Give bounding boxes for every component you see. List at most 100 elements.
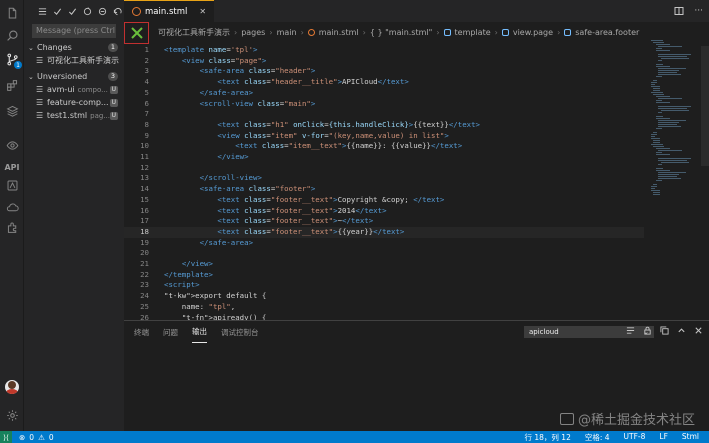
code-line[interactable]: 15 <text class="footer__text">Copyright … — [124, 195, 644, 206]
line-text: </view> — [217, 152, 249, 161]
list-item[interactable]: ☰ 可视化工具新手演示 — [24, 54, 124, 67]
refresh-icon[interactable] — [83, 6, 92, 16]
code-line[interactable]: 3 <safe-area class="header"> — [124, 66, 644, 77]
error-count[interactable]: 0 — [29, 433, 34, 442]
preview-icon[interactable] — [0, 134, 24, 156]
apicloud-icon[interactable] — [0, 174, 24, 196]
breadcrumb-item[interactable]: safe-area.footer — [575, 28, 639, 37]
line-number: 24 — [140, 291, 149, 301]
code-line[interactable]: 4 <text class="header__title">APICloud</… — [124, 77, 644, 88]
code-line[interactable]: 10 <text class="item__text">{{name}}: {{… — [124, 141, 644, 152]
chevron-right-icon: › — [494, 27, 498, 37]
code-line[interactable]: 5 </safe-area> — [124, 88, 644, 99]
close-icon[interactable] — [694, 326, 703, 335]
warning-icon[interactable]: ⚠ — [38, 433, 45, 442]
code-editor[interactable]: 1 <template name='tpl'> 2 <view class="pag… — [124, 45, 644, 320]
code-line[interactable]: 11 </view> — [124, 152, 644, 163]
code-line[interactable]: 22 </template> — [124, 270, 644, 281]
code-line[interactable]: 24 "t-kw">export default { — [124, 291, 644, 302]
minimap-line — [658, 172, 687, 173]
tab-main-stml[interactable]: main.stml ✕ — [124, 0, 215, 22]
line-text: <template name='tpl'> — [164, 45, 258, 54]
unversioned-group[interactable]: ⌄ Unversioned 3 — [24, 70, 124, 83]
code-line[interactable]: 17 <text class="footer__text">~</text> — [124, 216, 644, 227]
code-line[interactable]: 7 — [124, 109, 644, 120]
more-icon[interactable]: ··· — [694, 6, 703, 16]
plugin-icon[interactable] — [0, 216, 24, 238]
cursor-position[interactable]: 行 18，列 12 — [524, 432, 570, 443]
discard-icon[interactable] — [98, 7, 107, 16]
files-icon[interactable] — [0, 2, 24, 24]
breadcrumb-item[interactable]: pages — [241, 28, 265, 37]
changes-group[interactable]: ⌄ Changes 1 — [24, 41, 124, 54]
split-editor-icon[interactable] — [674, 6, 684, 16]
cloud-icon[interactable] — [0, 196, 24, 218]
close-icon[interactable]: ✕ — [199, 7, 206, 16]
indentation[interactable]: 空格: 4 — [585, 432, 610, 443]
list-item[interactable]: ☰ test1.stml pag... U — [24, 109, 124, 122]
warning-count[interactable]: 0 — [49, 433, 54, 442]
search-icon[interactable] — [0, 24, 24, 46]
tab-output[interactable]: 输出 — [192, 321, 207, 343]
copy-icon[interactable] — [660, 326, 669, 335]
minimap-line — [651, 40, 663, 41]
tab-terminal[interactable]: 终端 — [134, 321, 149, 343]
account-avatar[interactable] — [5, 380, 19, 394]
commit-message-input[interactable]: Message (press Ctrl+Enter to commit) — [32, 24, 116, 38]
code-line[interactable]: 14 <safe-area class="footer"> — [124, 184, 644, 195]
breadcrumb-item[interactable]: { } "main.stml" — [370, 28, 432, 37]
line-number: 13 — [140, 173, 149, 183]
line-number: 5 — [144, 87, 149, 97]
undo-icon[interactable] — [113, 7, 122, 16]
error-icon[interactable]: ⊗ — [19, 433, 25, 442]
remote-icon[interactable]: ⟩⟨ — [0, 431, 12, 443]
line-text: </safe-area> — [199, 87, 254, 97]
minimap-line — [660, 110, 689, 111]
breadcrumb-item[interactable]: template — [455, 28, 491, 37]
tab-debug-console[interactable]: 调试控制台 — [221, 321, 259, 343]
breadcrumb-item[interactable]: main — [277, 28, 297, 37]
clear-output-icon[interactable] — [626, 326, 635, 335]
check-icon[interactable] — [53, 7, 62, 16]
line-text: "t-fn">apiready() { — [181, 312, 267, 321]
code-line[interactable]: 19 </safe-area> — [124, 238, 644, 249]
code-line[interactable]: 26 "t-fn">apiready() { — [124, 313, 644, 321]
language-mode[interactable]: Stml — [682, 432, 699, 443]
source-control-icon[interactable]: 1 — [0, 48, 24, 70]
list-item[interactable]: ☰ avm-ui compo... U — [24, 83, 124, 96]
list-icon[interactable] — [38, 7, 47, 16]
line-text: <scroll-view class="main"> — [199, 98, 316, 108]
code-line[interactable]: 20 — [124, 248, 644, 259]
code-line[interactable]: 25 name: "tpl", — [124, 302, 644, 313]
code-line[interactable]: 1 <template name='tpl'> — [124, 45, 644, 56]
breadcrumb-item[interactable]: 可视化工具新手演示 — [158, 27, 230, 38]
code-line[interactable]: 6 <scroll-view class="main"> — [124, 99, 644, 110]
list-item[interactable]: ☰ feature-comp... U — [24, 96, 124, 109]
editor-scrollbar[interactable] — [701, 46, 709, 166]
code-line[interactable]: 18 <text class="footer__text">{{year}}</… — [124, 226, 644, 238]
gear-icon[interactable] — [0, 404, 24, 426]
breadcrumb-item[interactable]: view.page — [513, 28, 553, 37]
check-all-icon[interactable] — [68, 7, 77, 16]
minimap-line — [658, 178, 682, 179]
tab-problems[interactable]: 问题 — [163, 321, 178, 343]
minimap-line — [655, 180, 663, 181]
apicloud-logo[interactable] — [124, 22, 149, 44]
lock-icon[interactable] — [643, 326, 652, 335]
code-line[interactable]: 16 <text class="footer__text">2014</text… — [124, 206, 644, 217]
extensions-icon[interactable] — [0, 74, 24, 96]
layers-icon[interactable] — [0, 99, 24, 121]
code-line[interactable]: 23 <script> — [124, 280, 644, 291]
code-line[interactable]: 21 </view> — [124, 259, 644, 270]
code-line[interactable]: 9 <view class="item" v-for="(key,name,va… — [124, 131, 644, 142]
encoding[interactable]: UTF-8 — [624, 432, 646, 443]
code-line[interactable]: 2 <view class="page"> — [124, 56, 644, 67]
minimap-line — [651, 84, 656, 85]
breadcrumb-item[interactable]: main.stml — [319, 28, 359, 37]
code-line[interactable]: 8 <text class="h1" onClick={this.handleC… — [124, 120, 644, 131]
eol[interactable]: LF — [659, 432, 668, 443]
minimap[interactable] — [649, 40, 709, 320]
chevron-up-icon[interactable] — [677, 326, 686, 335]
code-line[interactable]: 12 — [124, 163, 644, 174]
code-line[interactable]: 13 </scroll-view> — [124, 173, 644, 184]
